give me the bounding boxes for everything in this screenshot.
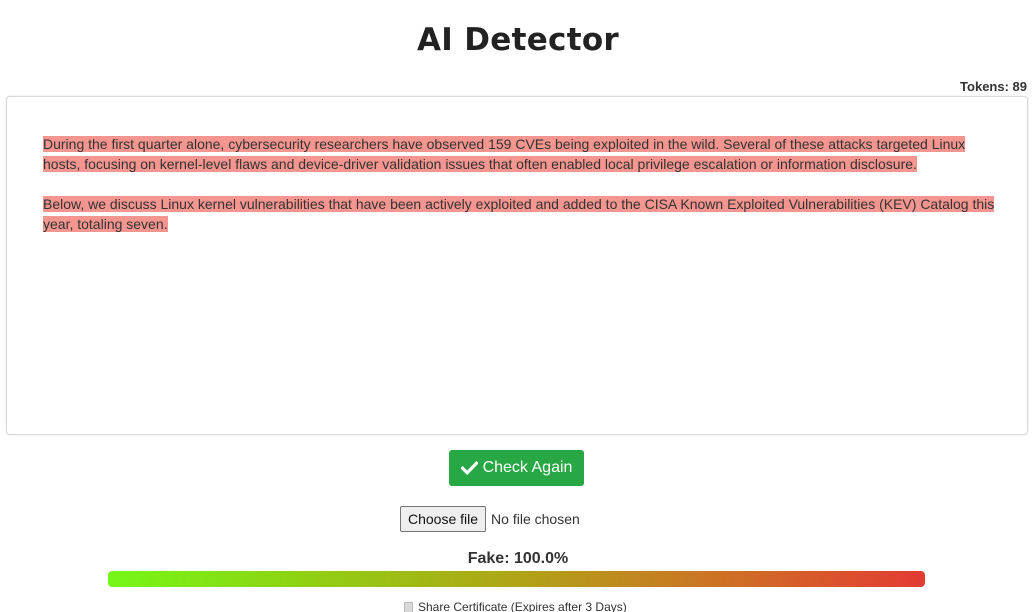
fake-score-bar-fill bbox=[108, 571, 925, 587]
document-icon bbox=[404, 601, 413, 612]
check-icon bbox=[460, 461, 478, 475]
fake-score-bar bbox=[108, 571, 925, 587]
highlighted-text: During the first quarter alone, cybersec… bbox=[43, 136, 966, 172]
highlighted-text: Below, we discuss Linux kernel vulnerabi… bbox=[43, 196, 995, 232]
choose-file-button[interactable]: Choose file bbox=[400, 506, 487, 532]
analyzed-text: During the first quarter alone, cybersec… bbox=[43, 134, 999, 254]
check-again-label: Check Again bbox=[482, 459, 573, 476]
analyzed-text-area[interactable]: During the first quarter alone, cybersec… bbox=[6, 96, 1028, 435]
share-certificate-label: Share Certificate (Expires after 3 Days) bbox=[418, 600, 627, 612]
file-status: No file chosen bbox=[491, 511, 580, 527]
token-count: Tokens: 89 bbox=[960, 79, 1027, 94]
check-again-button[interactable]: Check Again bbox=[449, 450, 584, 486]
page-title: AI Detector bbox=[417, 22, 619, 58]
text-paragraph: Below, we discuss Linux kernel vulnerabi… bbox=[43, 194, 999, 234]
text-paragraph: During the first quarter alone, cybersec… bbox=[43, 134, 999, 174]
ai-detector-page: AI Detector Tokens: 89 During the first … bbox=[0, 0, 1036, 612]
share-certificate-link[interactable]: Share Certificate (Expires after 3 Days) bbox=[404, 599, 627, 612]
file-upload: Choose file No file chosen bbox=[400, 506, 580, 532]
fake-score-label: Fake: 100.0% bbox=[467, 550, 569, 567]
